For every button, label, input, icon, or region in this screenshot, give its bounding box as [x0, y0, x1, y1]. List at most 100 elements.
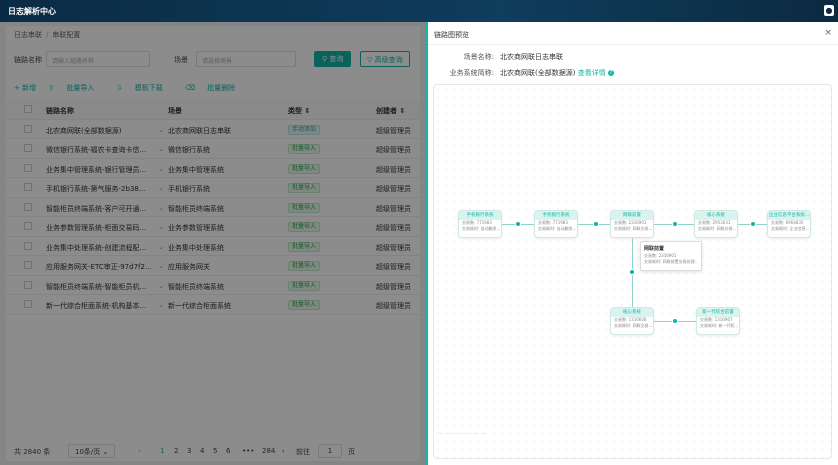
advanced-search-button[interactable]: ▽ 高级查询: [360, 51, 410, 67]
row-name: 应用服务网关-ETC审正-97d7f2...: [46, 263, 152, 271]
row-checkbox[interactable]: [24, 241, 32, 250]
chevron-down-icon[interactable]: ⌄: [158, 262, 164, 270]
help-icon[interactable]: ?: [607, 70, 614, 76]
chevron-down-icon[interactable]: ⌄: [158, 282, 164, 290]
table-row[interactable]: 业务集中管理系统-银行管理员... ⌄ 业务集中管理系统 批量导入 超级管理员: [6, 159, 420, 178]
row-checkbox[interactable]: [24, 124, 32, 133]
chevron-down-icon[interactable]: ⌄: [158, 165, 164, 173]
table-row[interactable]: 手机银行系统-第气服务-2b38... ⌄ 手机银行系统 批量导入 超级管理员: [6, 178, 420, 198]
select-all-checkbox[interactable]: [24, 105, 32, 113]
row-name: 智能柜员终端系统-智能柜员机...: [46, 282, 147, 291]
table-row[interactable]: 应用服务网关-ETC审正-97d7f2... ⌄ 应用服务网关 批量导入 超级管理员: [6, 256, 420, 276]
import-button[interactable]: ⇧ 批量导入: [48, 84, 104, 92]
row-checkbox[interactable]: [24, 222, 32, 230]
page-size-select[interactable]: 10条/页 ⌄: [68, 444, 116, 458]
user-icon[interactable]: ●: [824, 5, 834, 16]
page-number[interactable]: •••: [242, 447, 254, 455]
search-button[interactable]: ⚲ 查询: [314, 51, 352, 67]
scene-select[interactable]: 请选择场景: [196, 51, 296, 67]
node-line-2: 交易耗时: 网联交易...: [614, 226, 653, 231]
graph-node[interactable]: 网联前置 交易数: 2316901 交易耗时: 网联交易...: [610, 210, 654, 238]
import-label: 批量导入: [66, 84, 95, 92]
row-name: 北农商网联(全部数据源): [46, 126, 122, 135]
chevron-down-icon[interactable]: ⌄: [158, 204, 164, 212]
view-detail-link[interactable]: 查看详情: [578, 69, 606, 77]
row-name: 业务集中管理系统-银行管理员...: [46, 165, 147, 174]
row-checkbox[interactable]: [24, 144, 32, 152]
table-row[interactable]: 新一代综合柜面系统-机构基本... ⌄ 新一代综合柜面系统 批量导入 超级管理员: [6, 295, 420, 315]
page-number[interactable]: 6: [226, 447, 230, 455]
next-page-icon[interactable]: ›: [282, 447, 285, 455]
chevron-down-icon[interactable]: ⌄: [158, 145, 164, 153]
scene-label: 场景: [174, 56, 188, 64]
prev-page-icon[interactable]: ‹: [138, 447, 141, 455]
add-button[interactable]: + 新增: [14, 84, 36, 92]
graph-connector-dot: [515, 221, 521, 227]
scene-name-label: 场景名称:: [463, 53, 494, 61]
table-row[interactable]: 微信银行系统-福农卡查询卡信... ⌄ 微信银行系统 批量导入 超级管理员: [6, 139, 420, 159]
row-creator: 超级管理员: [376, 146, 411, 154]
goto-input[interactable]: 1: [318, 444, 342, 458]
graph-node[interactable]: 核心系统 交易数: 1316608 交易耗时: 网联交易...: [610, 307, 654, 335]
row-checkbox[interactable]: [24, 163, 32, 172]
table-row[interactable]: 智能柜员终端系统-客户可开通... ⌄ 智能柜员终端系统 批量导入 超级管理员: [6, 198, 420, 217]
total-count: 共 2840 条: [14, 448, 51, 456]
type-badge: 批量导入: [288, 261, 321, 271]
row-creator: 超级管理员: [376, 282, 411, 291]
system-name-text: 北农商网联(全部数据源): [500, 69, 576, 77]
page-size-label: 10条/页: [75, 448, 101, 456]
row-creator: 超级管理员: [376, 185, 411, 193]
row-scene: 手机银行系统: [168, 185, 210, 193]
breadcrumb-item-log[interactable]: 日志串联: [14, 31, 42, 39]
type-badge: 批量导入: [288, 241, 321, 252]
row-scene: 北农商网联日志串联: [168, 126, 231, 135]
page-number[interactable]: 284: [262, 447, 275, 455]
advanced-search-label: 高级查询: [374, 56, 403, 64]
page-number[interactable]: 4: [200, 447, 204, 455]
row-checkbox[interactable]: [24, 300, 32, 308]
close-icon[interactable]: ×: [824, 28, 832, 38]
graph-node[interactable]: 企业信息平台系统... 交易数: 6964835 交易耗时: 企业信息...: [767, 210, 811, 238]
chevron-down-icon[interactable]: ⌄: [158, 184, 164, 192]
row-name: 新一代综合柜面系统-机构基本...: [46, 302, 147, 310]
row-checkbox[interactable]: [24, 280, 32, 289]
graph-minimap[interactable]: — — — — — —: [438, 431, 487, 437]
chevron-down-icon[interactable]: ⌄: [158, 126, 164, 134]
page-number[interactable]: 5: [213, 447, 217, 455]
node-line-2: 交易耗时: 新一代柜...: [700, 323, 739, 328]
graph-node[interactable]: 手机银行系统 交易数: 771983 交易耗时: 自动触发...: [534, 210, 578, 238]
row-checkbox[interactable]: [24, 261, 32, 269]
row-creator: 超级管理员: [376, 263, 411, 271]
page-number[interactable]: 1: [160, 447, 164, 455]
chevron-down-icon[interactable]: ⌄: [158, 243, 164, 251]
node-title: 网联前置: [611, 211, 653, 220]
row-name: 业务参数管理系统-柜面交易码...: [46, 224, 147, 232]
page-number[interactable]: 3: [187, 447, 191, 455]
table-row[interactable]: 业务集中处理系统-创建流程配... ⌄ 业务集中处理系统 批量导入 超级管理员: [6, 237, 420, 256]
name-input[interactable]: 请输入链路名称: [46, 51, 150, 67]
graph-node[interactable]: 新一代综合前置 交易数: 1316967 交易耗时: 新一代柜...: [696, 307, 740, 335]
row-checkbox[interactable]: [24, 202, 32, 211]
row-checkbox[interactable]: [24, 183, 32, 191]
row-type: 批量导入: [288, 280, 321, 291]
graph-node[interactable]: 手机银行系统 交易数: 771983 交易耗时: 自动触发...: [458, 210, 502, 238]
page-number[interactable]: 2: [174, 447, 178, 455]
type-badge: 批量导入: [288, 183, 321, 193]
download-button[interactable]: ⇩ 模板下载: [117, 84, 173, 92]
link-graph-canvas[interactable]: 手机银行系统 交易数: 771983 交易耗时: 自动触发... 手机银行系统 交易数:…: [433, 84, 832, 459]
row-creator: 超级管理员: [376, 224, 411, 232]
column-header-type[interactable]: 类型 ⇕: [288, 106, 310, 116]
table-row[interactable]: 智能柜员终端系统-智能柜员机... ⌄ 智能柜员终端系统 批量导入 超级管理员: [6, 276, 420, 295]
column-header-name: 链路名称: [46, 107, 74, 115]
node-title: 手机银行系统: [535, 211, 577, 220]
graph-node[interactable]: 核心系统 交易数: 2953031 交易耗时: 网联交易...: [694, 210, 738, 238]
table-row[interactable]: 北农商网联(全部数据源) ⌄ 北农商网联日志串联 手动添加 超级管理员: [6, 120, 420, 139]
chevron-down-icon[interactable]: ⌄: [158, 301, 164, 309]
node-line-2: 交易耗时: 网联交易...: [698, 226, 737, 231]
delete-button[interactable]: ⌫ 批量删除: [185, 84, 245, 92]
action-bar: + 新增 ⇧ 批量导入 ⇩ 模板下载 ⌫ 批量删除: [14, 83, 255, 93]
column-header-creator[interactable]: 创建者 ⇕: [376, 106, 405, 116]
table-row[interactable]: 业务参数管理系统-柜面交易码... ⌄ 业务参数管理系统 批量导入 超级管理员: [6, 217, 420, 237]
chevron-down-icon[interactable]: ⌄: [158, 223, 164, 231]
chevron-down-icon: ⌄: [102, 448, 109, 456]
